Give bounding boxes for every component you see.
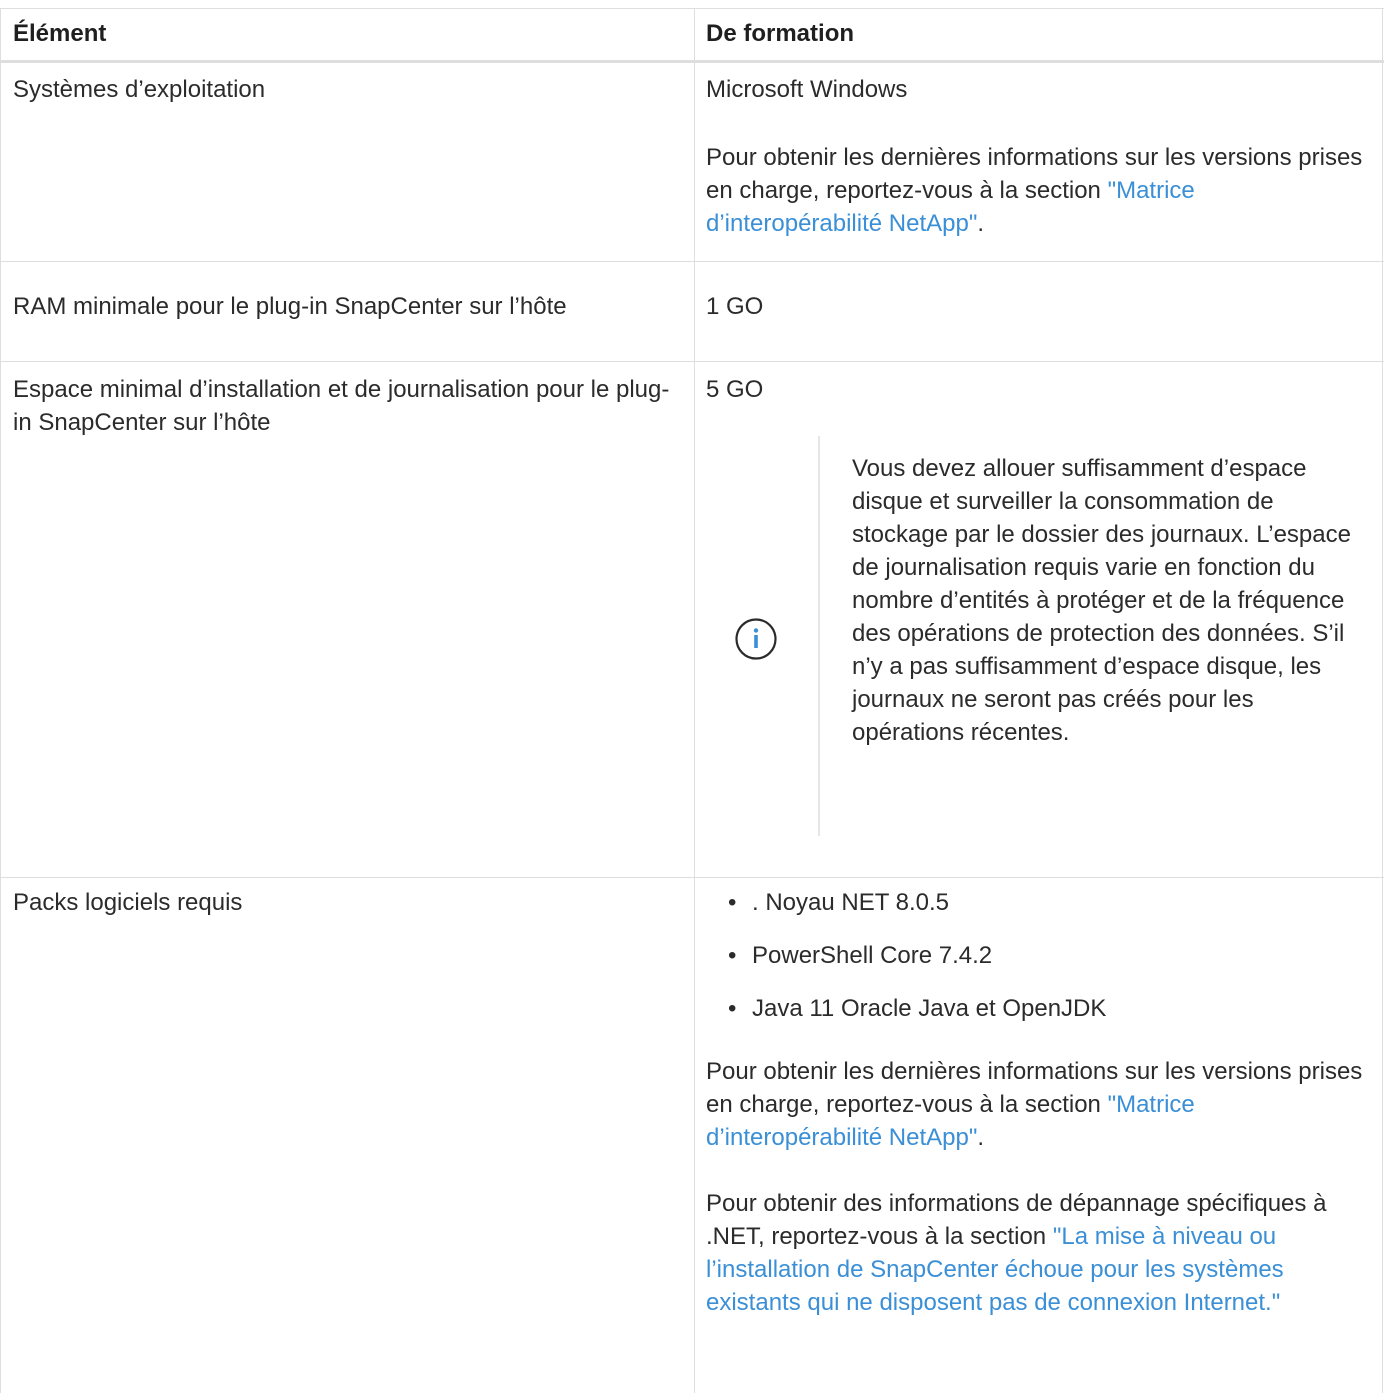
row4-paragraph-1-text: Pour obtenir les dernières informations … [706, 1058, 1363, 1118]
table-left-border [0, 8, 1, 1393]
table-top-border [0, 8, 1384, 9]
header-element: Élément [13, 20, 107, 47]
requirements-table: Élément De formation Systèmes d’exploita… [0, 0, 1384, 1393]
info-circle-icon [735, 618, 777, 660]
row1-paragraph-end: . [977, 210, 985, 237]
row4-paragraph-1: Pour obtenir les dernières informations … [706, 1055, 1371, 1154]
row2-value: 1 GO [706, 293, 764, 320]
row1-element: Systèmes d’exploitation [13, 76, 266, 103]
row1-bottom-border [0, 261, 1384, 262]
column-divider [694, 8, 695, 1393]
list-item: PowerShell Core 7.4.2 [728, 939, 1106, 972]
header-de-formation: De formation [706, 20, 855, 47]
row2-bottom-border [0, 361, 1384, 362]
list-item: . Noyau NET 8.0.5 [728, 886, 1106, 919]
note-divider [818, 436, 820, 836]
row4-paragraph-2: Pour obtenir des informations de dépanna… [706, 1187, 1371, 1319]
disk-space-note: Vous devez allouer suffisamment d’espace… [852, 455, 1351, 746]
row3-bottom-border [0, 877, 1384, 878]
row3-value: 5 GO [706, 376, 764, 403]
row1-paragraph: Pour obtenir les dernières informations … [706, 141, 1371, 240]
table-right-border [1382, 8, 1383, 1393]
software-packs-list: . Noyau NET 8.0.5 PowerShell Core 7.4.2 … [728, 886, 1106, 1045]
row1-value: Microsoft Windows [706, 76, 908, 103]
header-bottom-border [0, 60, 1384, 63]
row1-paragraph-text: Pour obtenir les dernières informations … [706, 144, 1363, 204]
list-item: Java 11 Oracle Java et OpenJDK [728, 992, 1106, 1025]
row4-element: Packs logiciels requis [13, 889, 243, 916]
row2-element: RAM minimale pour le plug-in SnapCenter … [13, 293, 567, 320]
row3-element: Espace minimal d’installation et de jour… [13, 376, 670, 436]
row4-paragraph-1-end: . [977, 1124, 985, 1151]
